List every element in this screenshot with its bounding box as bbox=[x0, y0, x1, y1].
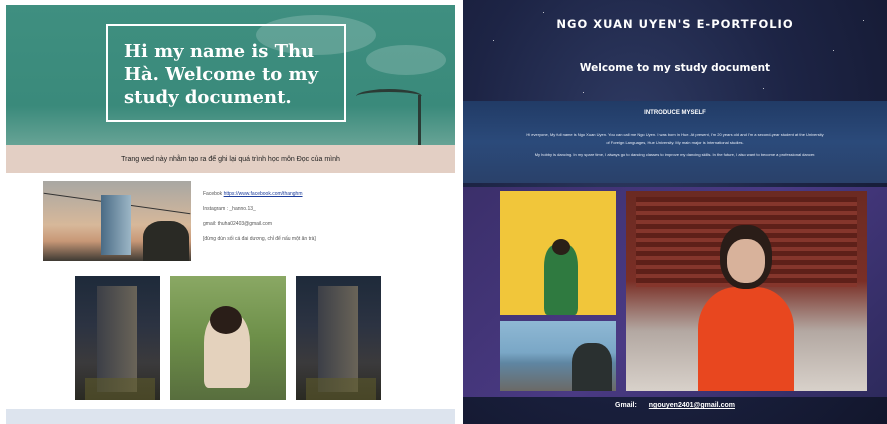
site-title: NGO XUAN UYEN'S E-PORTFOLIO bbox=[556, 17, 794, 31]
building-photo-right bbox=[296, 276, 381, 400]
street-lamp bbox=[356, 89, 422, 104]
contact-footer: Gmail: ngouyen2401@gmail.com bbox=[463, 402, 887, 409]
orange-jacket bbox=[698, 287, 794, 391]
instagram-text: Instagram : _hanno.13_ bbox=[203, 206, 256, 212]
gmail-text: gmail: thuha02403@gmail.com bbox=[203, 221, 273, 227]
hero-title: Hi my name is Thu Hà. Welcome to my stud… bbox=[124, 41, 319, 108]
intro-line-1: Hi everyone, My full name is Ngo Xuan Uy… bbox=[526, 132, 824, 137]
person-green-outfit bbox=[544, 245, 578, 315]
star bbox=[763, 88, 764, 89]
yellow-wall-photo bbox=[500, 191, 616, 315]
tree-silhouette bbox=[143, 221, 189, 261]
facebook-label: Facebok bbox=[203, 191, 223, 197]
building-shape bbox=[318, 286, 358, 392]
quote-text: [đừng dùn sối cá đai dương, chỉ để nấu m… bbox=[203, 236, 316, 242]
person-head bbox=[552, 239, 570, 255]
contact-info: Facebok https://www.facebook.com/thanghm… bbox=[203, 191, 316, 251]
facebook-row: Facebok https://www.facebook.com/thanghm bbox=[203, 191, 316, 197]
star bbox=[583, 92, 584, 93]
red-outfit-portrait bbox=[626, 191, 867, 391]
footer-strip bbox=[6, 409, 455, 424]
ground-lights bbox=[306, 378, 376, 400]
portrait-photo bbox=[170, 276, 286, 400]
city-photo bbox=[43, 181, 191, 261]
intro-section: INTRODUCE MYSELF Hi everyone, My full na… bbox=[463, 101, 887, 183]
star bbox=[493, 40, 494, 41]
building-shape bbox=[97, 286, 137, 392]
hero-title-box: Hi my name is Thu Hà. Welcome to my stud… bbox=[106, 24, 346, 122]
welcome-text: Welcome to my study document bbox=[579, 62, 771, 74]
intro-line-3: My hobby is dancing. In my spare time, I… bbox=[534, 152, 816, 157]
person-hair bbox=[210, 306, 242, 334]
right-portfolio-page: NGO XUAN UYEN'S E-PORTFOLIO Welcome to m… bbox=[463, 0, 887, 424]
building-photo-left bbox=[75, 276, 160, 400]
banner-text: Trang wed này nhằm tạo ra để ghi lại quá… bbox=[121, 155, 340, 163]
intro-line-2: of Foreign Languages, Hue University. My… bbox=[606, 140, 744, 145]
cloud-shape bbox=[366, 45, 446, 75]
seaside-photo bbox=[500, 321, 616, 391]
email-link[interactable]: ngouyen2401@gmail.com bbox=[649, 402, 735, 409]
ground-lights bbox=[85, 378, 155, 400]
left-portfolio-page: Hi my name is Thu Hà. Welcome to my stud… bbox=[0, 0, 457, 424]
tower-building bbox=[101, 195, 131, 255]
star bbox=[543, 12, 544, 13]
person-silhouette bbox=[572, 343, 612, 391]
facebook-link[interactable]: https://www.facebook.com/thanghm bbox=[224, 191, 303, 197]
star bbox=[833, 50, 834, 51]
person-face bbox=[727, 239, 765, 283]
subtitle-banner: Trang wed này nhằm tạo ra để ghi lại quá… bbox=[6, 145, 455, 173]
photo-gallery bbox=[463, 187, 887, 397]
intro-heading: INTRODUCE MYSELF bbox=[644, 110, 706, 116]
gmail-label: Gmail: bbox=[615, 402, 637, 409]
